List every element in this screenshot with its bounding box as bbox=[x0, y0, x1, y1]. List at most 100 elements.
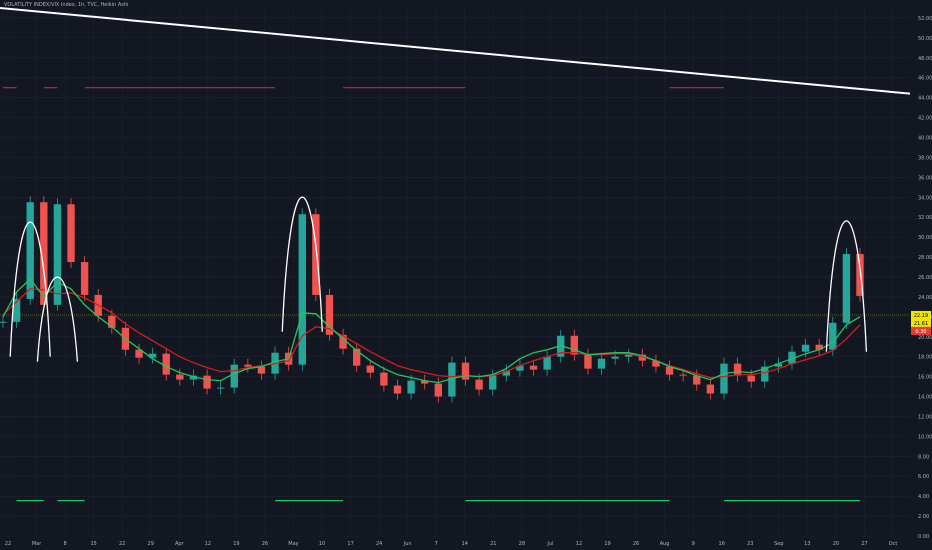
x-tick-label: 8 bbox=[64, 541, 67, 547]
y-tick-label: 46.00 bbox=[918, 76, 932, 82]
time-axis[interactable]: 22 Mar 8 15 22 29 Apr 12 19 26 May 10 17 24 Jun 7 14 21 28… bbox=[5, 541, 898, 547]
candle-body bbox=[625, 354, 633, 357]
y-tick-label: 16.00 bbox=[918, 375, 932, 381]
y-tick-label: 2.00 bbox=[918, 514, 929, 520]
x-tick-label: 10 bbox=[319, 541, 325, 547]
y-tick-label: 10.00 bbox=[918, 434, 932, 440]
y-tick-label: 26.00 bbox=[918, 275, 932, 281]
y-tick-label: 6.00 bbox=[918, 474, 929, 480]
x-tick-label: 26 bbox=[633, 541, 639, 547]
x-tick-label: 20 bbox=[833, 541, 839, 547]
candle-body bbox=[53, 204, 62, 305]
x-tick-label: 19 bbox=[233, 541, 239, 547]
x-tick-label: 22 bbox=[5, 541, 11, 547]
fast-moving-average bbox=[2, 278, 861, 384]
change-price-tag: 0.30 bbox=[911, 326, 931, 335]
candle-body bbox=[162, 353, 170, 375]
y-tick-label: 42.00 bbox=[918, 116, 932, 122]
candle-body bbox=[298, 214, 306, 365]
candle-body bbox=[747, 375, 755, 382]
y-tick-label: 34.00 bbox=[918, 195, 932, 201]
x-tick-label: Jun bbox=[403, 541, 412, 547]
x-tick-label: Aug bbox=[660, 541, 670, 547]
x-tick-label: 17 bbox=[347, 541, 353, 547]
change-price-tag-text: 0.30 bbox=[915, 329, 926, 335]
x-tick-label: 13 bbox=[804, 541, 810, 547]
moving-averages bbox=[2, 278, 861, 384]
candle-body bbox=[570, 335, 579, 355]
candle-body bbox=[543, 356, 551, 370]
candle-body bbox=[475, 379, 483, 390]
candle-body bbox=[216, 387, 225, 389]
current-price-tag: 22.19 bbox=[911, 310, 931, 319]
y-tick-label: 40.00 bbox=[918, 136, 932, 142]
price-chart[interactable]: 52.00 50.00 48.00 46.00 44.00 42.00 40.00 38.00… bbox=[0, 0, 932, 550]
y-tick-label: 20.00 bbox=[918, 335, 932, 341]
x-tick-label: 23 bbox=[747, 541, 753, 547]
candle-body bbox=[393, 385, 402, 394]
secondary-price-tag: 21.61 bbox=[911, 318, 931, 327]
candle-body bbox=[829, 322, 837, 350]
candle-body bbox=[0, 321, 7, 323]
y-tick-label: 52.00 bbox=[918, 16, 932, 22]
candle-body bbox=[80, 262, 89, 295]
candle-body bbox=[434, 383, 442, 397]
x-tick-label: 29 bbox=[148, 541, 154, 547]
candle-body bbox=[529, 365, 538, 370]
y-tick-label: 30.00 bbox=[918, 235, 932, 241]
y-tick-label: 32.00 bbox=[918, 215, 932, 221]
candle-body bbox=[108, 315, 116, 328]
y-tick-label: 8.00 bbox=[918, 454, 929, 460]
candle-body bbox=[67, 204, 75, 263]
current-price-tag-text: 22.19 bbox=[914, 313, 928, 319]
x-tick-label: 28 bbox=[519, 541, 525, 547]
y-tick-label: 38.00 bbox=[918, 155, 932, 161]
x-tick-label: 26 bbox=[262, 541, 268, 547]
x-tick-label: 15 bbox=[90, 541, 96, 547]
x-tick-label: 12 bbox=[205, 541, 211, 547]
trend-line[interactable] bbox=[0, 7, 911, 95]
secondary-price-tag-text: 21.61 bbox=[914, 321, 928, 327]
x-tick-label: Sep bbox=[774, 541, 783, 547]
x-tick-label: Apr bbox=[175, 541, 185, 547]
y-tick-label: 48.00 bbox=[918, 56, 932, 62]
price-tags: 22.19 21.61 0.30 bbox=[911, 310, 931, 335]
x-tick-label: 24 bbox=[376, 541, 382, 547]
candle-body bbox=[706, 384, 715, 394]
y-tick-label: 44.00 bbox=[918, 96, 932, 102]
y-tick-label: 50.00 bbox=[918, 36, 932, 42]
y-tick-label: 0.00 bbox=[918, 534, 929, 540]
x-tick-label: 7 bbox=[435, 541, 438, 547]
x-tick-label: 22 bbox=[119, 541, 125, 547]
y-tick-label: 28.00 bbox=[918, 255, 932, 261]
x-tick-label: 16 bbox=[719, 541, 725, 547]
y-tick-label: 18.00 bbox=[918, 355, 932, 361]
y-tick-label: 4.00 bbox=[918, 494, 929, 500]
y-tick-label: 24.00 bbox=[918, 295, 932, 301]
candle-body bbox=[842, 254, 851, 323]
x-tick-label: 12 bbox=[576, 541, 582, 547]
slow-moving-average bbox=[2, 288, 861, 379]
x-tick-label: Mar bbox=[32, 541, 42, 547]
candle-body bbox=[230, 364, 238, 388]
x-tick-label: 27 bbox=[861, 541, 867, 547]
price-axis[interactable]: 52.00 50.00 48.00 46.00 44.00 42.00 40.00 38.00… bbox=[918, 16, 932, 540]
candle-body bbox=[801, 344, 810, 352]
candle-body bbox=[584, 354, 592, 369]
y-tick-label: 12.00 bbox=[918, 414, 932, 420]
candle-body bbox=[176, 374, 184, 380]
candle-body bbox=[489, 375, 497, 390]
candle-body bbox=[461, 362, 470, 380]
x-tick-label: 14 bbox=[462, 541, 468, 547]
candle-body bbox=[407, 380, 415, 394]
x-tick-label: Jul bbox=[546, 541, 553, 547]
candle-body bbox=[257, 366, 266, 374]
x-tick-label: 19 bbox=[604, 541, 610, 547]
candle-body bbox=[203, 375, 211, 389]
candle-body bbox=[733, 363, 742, 376]
candle-body bbox=[244, 364, 252, 367]
y-tick-label: 14.00 bbox=[918, 395, 932, 401]
x-tick-label: 9 bbox=[692, 541, 695, 547]
candle-body bbox=[679, 374, 687, 376]
x-tick-label: Oct bbox=[889, 541, 898, 547]
